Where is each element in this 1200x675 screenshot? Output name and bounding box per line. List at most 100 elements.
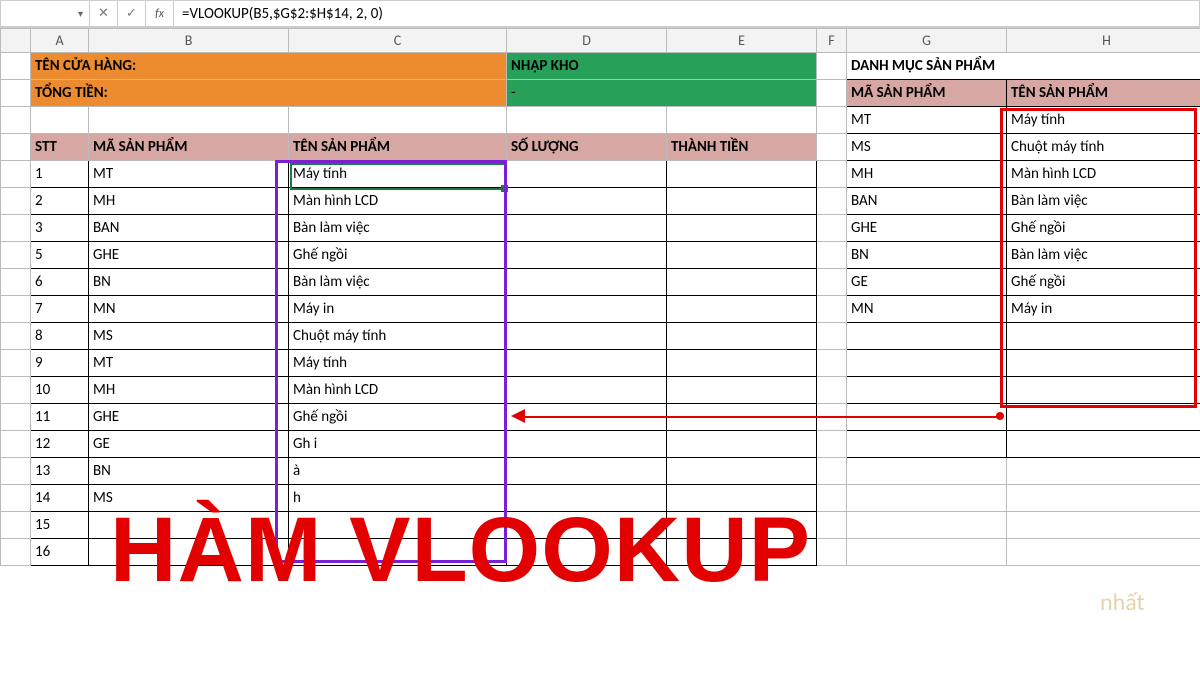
row-header[interactable] [1, 431, 31, 458]
cell-code[interactable]: MT [89, 161, 289, 188]
total-value[interactable]: - [507, 80, 817, 107]
cell-qty[interactable] [507, 323, 667, 350]
row-header[interactable] [1, 539, 31, 566]
catalog-code[interactable] [847, 350, 1007, 377]
fx-icon[interactable]: fx [146, 0, 174, 27]
cell-total[interactable] [667, 512, 817, 539]
cell-qty[interactable] [507, 242, 667, 269]
cell-stt[interactable]: 7 [31, 296, 89, 323]
cell-name[interactable]: Máy tính [289, 161, 507, 188]
cell-qty[interactable] [507, 188, 667, 215]
catalog-name[interactable]: Máy tính [1007, 107, 1200, 134]
catalog-code[interactable]: MS [847, 134, 1007, 161]
cell-stt[interactable]: 1 [31, 161, 89, 188]
cell[interactable] [817, 404, 847, 431]
cell-qty[interactable] [507, 215, 667, 242]
cell[interactable] [817, 269, 847, 296]
row-header[interactable] [1, 377, 31, 404]
cell-qty[interactable] [507, 269, 667, 296]
cell[interactable] [817, 458, 847, 485]
col-header[interactable]: H [1007, 29, 1200, 53]
cell-code[interactable]: MT [89, 350, 289, 377]
row-header[interactable] [1, 107, 31, 134]
cell-name[interactable]: Ghế ngồi [289, 242, 507, 269]
store-name-header[interactable]: TÊN CỬA HÀNG: [31, 53, 507, 80]
hdr-qty[interactable]: SỐ LƯỢNG [507, 134, 667, 161]
cell[interactable] [289, 107, 507, 134]
cell-code[interactable]: BN [89, 269, 289, 296]
cell-name[interactable]: Máy tính [289, 350, 507, 377]
cell-qty[interactable] [507, 404, 667, 431]
cell-stt[interactable]: 16 [31, 539, 89, 566]
cell[interactable] [817, 188, 847, 215]
cell-stt[interactable]: 9 [31, 350, 89, 377]
cell[interactable] [817, 485, 847, 512]
row-header[interactable] [1, 323, 31, 350]
cell[interactable] [817, 161, 847, 188]
catalog-name[interactable] [1007, 404, 1200, 431]
cell-stt[interactable]: 3 [31, 215, 89, 242]
row-header[interactable] [1, 134, 31, 161]
cell-name[interactable] [289, 512, 507, 539]
cell[interactable] [817, 107, 847, 134]
cell-name[interactable]: Màn hình LCD [289, 377, 507, 404]
cell-stt[interactable]: 14 [31, 485, 89, 512]
catalog-name[interactable] [1007, 350, 1200, 377]
select-all-corner[interactable] [1, 29, 31, 53]
cell-qty[interactable] [507, 377, 667, 404]
cell-qty[interactable] [507, 512, 667, 539]
cell-total[interactable] [667, 161, 817, 188]
cell-name[interactable]: à [289, 458, 507, 485]
cell-stt[interactable]: 11 [31, 404, 89, 431]
catalog-code[interactable] [847, 431, 1007, 458]
hdr-stt[interactable]: STT [31, 134, 89, 161]
cell[interactable] [89, 107, 289, 134]
cell[interactable] [817, 350, 847, 377]
cell[interactable] [817, 296, 847, 323]
row-header[interactable] [1, 404, 31, 431]
spreadsheet[interactable]: A B C D E F G H TÊN CỬA HÀNG: NHẬP KHO D… [0, 28, 1200, 566]
cell-stt[interactable]: 5 [31, 242, 89, 269]
cell-qty[interactable] [507, 161, 667, 188]
cell-code[interactable] [89, 539, 289, 566]
cell-name[interactable]: Chuột máy tính [289, 323, 507, 350]
cell-name[interactable]: Ghế ngồi [289, 404, 507, 431]
col-header[interactable]: C [289, 29, 507, 53]
dropdown-icon[interactable]: ▾ [78, 7, 83, 20]
name-box[interactable]: ▾ [0, 0, 90, 27]
cell-total[interactable] [667, 269, 817, 296]
cell-qty[interactable] [507, 431, 667, 458]
catalog-code[interactable] [847, 404, 1007, 431]
cell-total[interactable] [667, 404, 817, 431]
cell[interactable] [817, 512, 847, 539]
catalog-code[interactable]: GHE [847, 215, 1007, 242]
cell-code[interactable]: GHE [89, 242, 289, 269]
cell-name[interactable]: Bàn làm việc [289, 215, 507, 242]
cell[interactable] [31, 107, 89, 134]
catalog-title[interactable]: DANH MỤC SẢN PHẨM [847, 53, 1200, 80]
cell-total[interactable] [667, 539, 817, 566]
catalog-code[interactable]: MN [847, 296, 1007, 323]
col-header[interactable]: A [31, 29, 89, 53]
row-header[interactable] [1, 512, 31, 539]
cell-code[interactable]: BN [89, 458, 289, 485]
catalog-code[interactable]: BN [847, 242, 1007, 269]
cell[interactable] [817, 242, 847, 269]
cell-total[interactable] [667, 377, 817, 404]
catalog-code[interactable]: BAN [847, 188, 1007, 215]
cell[interactable] [817, 215, 847, 242]
catalog-code[interactable] [847, 512, 1007, 539]
formula-input[interactable]: =VLOOKUP(B5,$G$2:$H$14, 2, 0) [174, 0, 1200, 27]
catalog-name[interactable] [1007, 323, 1200, 350]
row-header[interactable] [1, 350, 31, 377]
cell-code[interactable] [89, 512, 289, 539]
cell-code[interactable]: MN [89, 296, 289, 323]
col-header[interactable]: E [667, 29, 817, 53]
cell[interactable] [817, 134, 847, 161]
cell-total[interactable] [667, 215, 817, 242]
cell-qty[interactable] [507, 350, 667, 377]
col-header[interactable]: D [507, 29, 667, 53]
catalog-code[interactable] [847, 323, 1007, 350]
catalog-name[interactable]: Máy in [1007, 296, 1200, 323]
catalog-code[interactable]: MT [847, 107, 1007, 134]
